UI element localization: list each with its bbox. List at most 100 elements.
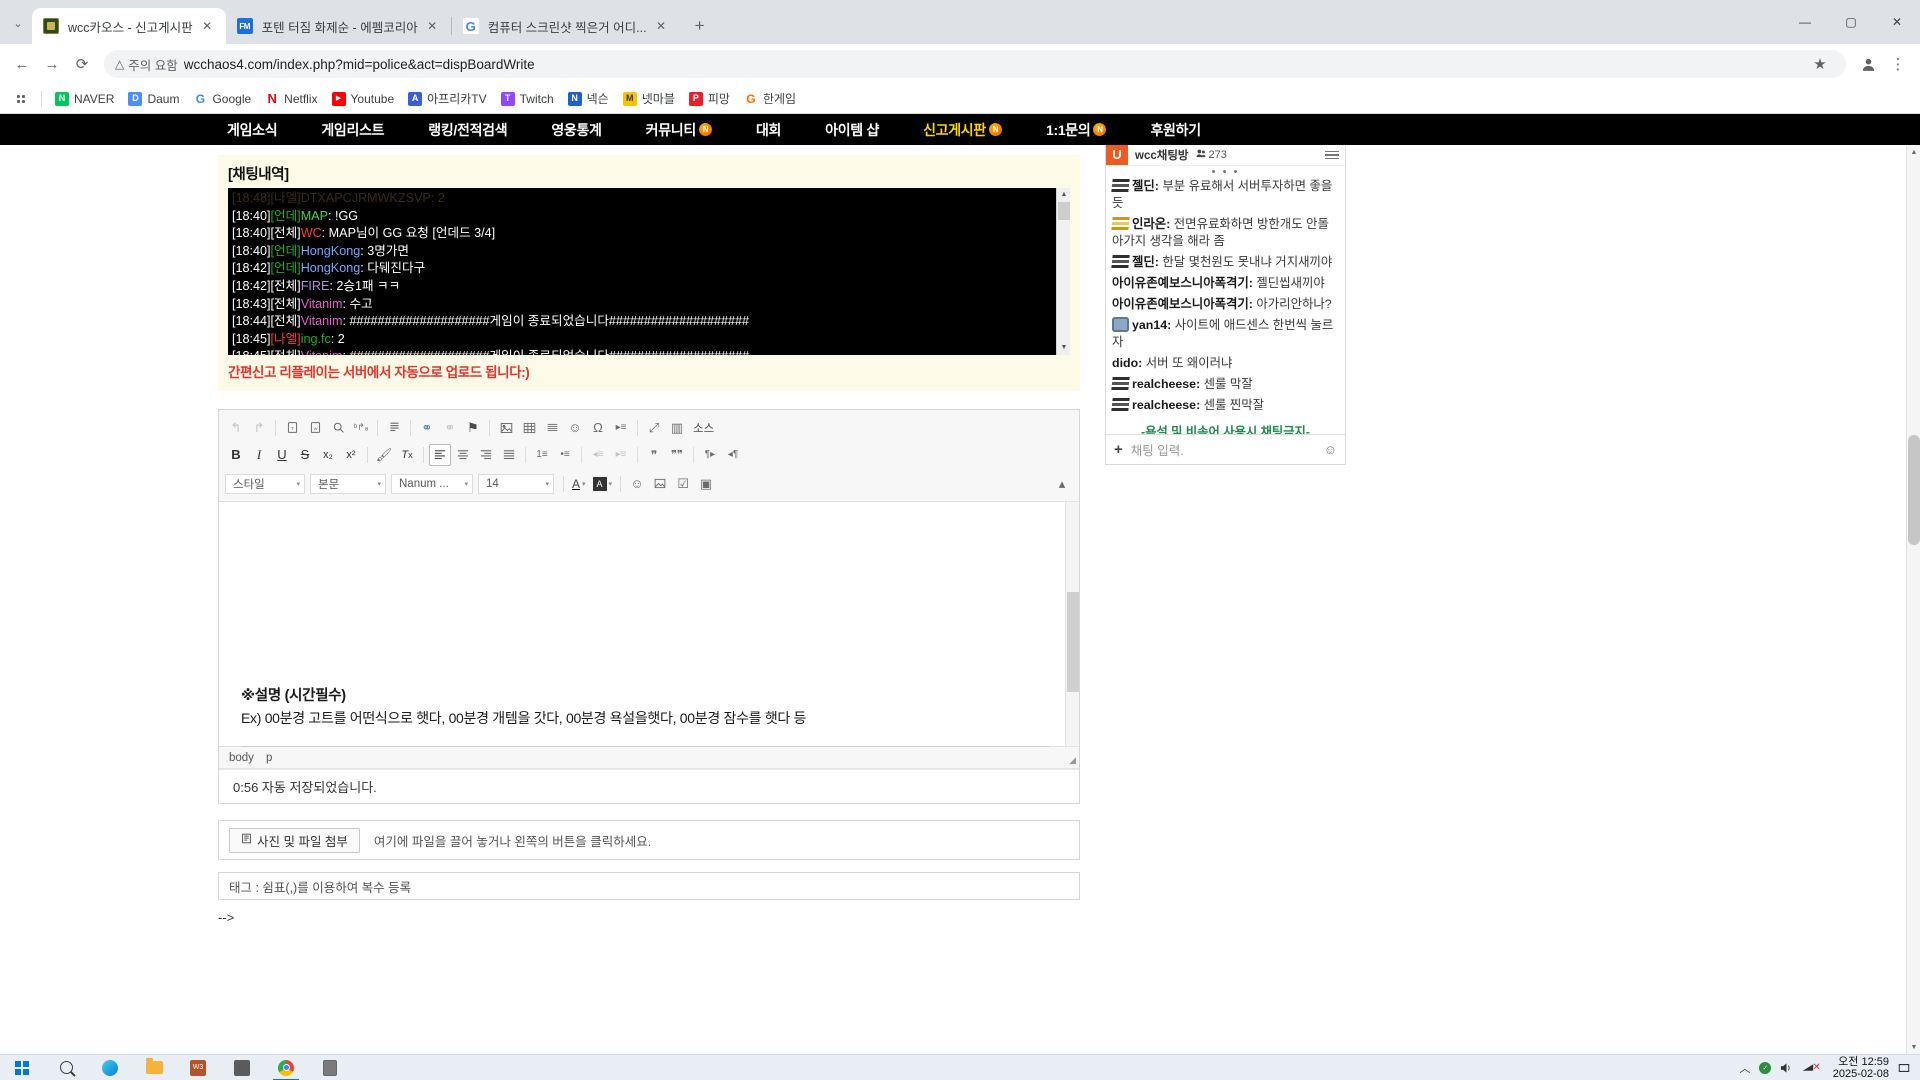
remove-format-icon[interactable]: Tx <box>396 444 418 466</box>
outdent-icon[interactable]: ◂≡ <box>587 444 609 466</box>
page-break-icon[interactable]: ▸≡ <box>610 417 632 439</box>
taskbar-app-gray[interactable] <box>220 1055 264 1080</box>
taskbar-search[interactable] <box>44 1055 88 1080</box>
unlink-icon[interactable]: ⚭ <box>439 417 461 439</box>
page-scrollbar[interactable]: ▲ ▼ <box>1906 145 1920 1054</box>
indent-icon[interactable]: ▸≡ <box>610 444 632 466</box>
forward-icon[interactable]: → <box>38 50 66 78</box>
tray-expand-chevron-icon[interactable]: ︿ <box>1739 1060 1750 1076</box>
link-icon[interactable]: ⚭ <box>416 417 438 439</box>
underline-icon[interactable]: U <box>271 444 293 466</box>
tab-search-chevron-icon[interactable]: ⌄ <box>4 9 32 37</box>
chat-input-bar[interactable]: + 채팅 입력. ☺ <box>1106 433 1345 464</box>
editor-scrollbar[interactable] <box>1065 502 1079 746</box>
profile-avatar-icon[interactable] <box>1854 50 1882 78</box>
select-all-icon[interactable] <box>383 417 405 439</box>
bookmark-google[interactable]: G Google <box>187 89 257 109</box>
special-character-icon[interactable]: Ω <box>587 417 609 439</box>
copy-formatting-icon[interactable]: 🖌 <box>373 444 395 466</box>
show-blocks-icon[interactable]: ▥ <box>666 417 688 439</box>
emoji-icon[interactable]: ☺ <box>1324 442 1337 457</box>
bold-icon[interactable]: B <box>225 444 247 466</box>
div-container-icon[interactable]: ❞❞ <box>666 444 688 466</box>
address-bar[interactable]: △ 주의 요함 wcchaos4.com/index.php?mid=polic… <box>104 50 1846 78</box>
nav-item-donate[interactable]: 후원하기 <box>1128 120 1222 140</box>
undo-icon[interactable]: ↰ <box>225 417 247 439</box>
find-icon[interactable] <box>327 417 349 439</box>
bookmark-netflix[interactable]: N Netflix <box>259 89 323 109</box>
new-tab-button[interactable]: + <box>686 12 714 40</box>
nav-item-game-list[interactable]: 게임리스트 <box>299 120 406 140</box>
close-icon[interactable]: ✕ <box>653 18 670 35</box>
path-item-body[interactable]: body <box>229 752 254 764</box>
italic-icon[interactable]: I <box>248 444 270 466</box>
nav-item-game-news[interactable]: 게임소식 <box>205 120 299 140</box>
scrollbar-thumb[interactable] <box>1058 202 1070 220</box>
align-left-icon[interactable] <box>429 443 451 466</box>
taskbar-clock[interactable]: 오전 12:59 2025-02-08 <box>1833 1056 1889 1080</box>
close-icon[interactable]: ✕ <box>424 18 441 35</box>
format-dropdown[interactable]: 본문 ▾ <box>310 473 386 494</box>
maximize-button[interactable]: ▢ <box>1828 0 1874 44</box>
page-scroll-up-icon[interactable]: ▲ <box>1907 145 1920 159</box>
back-icon[interactable]: ← <box>8 50 36 78</box>
bookmark-naver[interactable]: N NAVER <box>49 89 120 109</box>
bookmark-afreecatv[interactable]: A 아프리카TV <box>402 87 493 110</box>
table-icon[interactable] <box>518 417 540 439</box>
bulleted-list-icon[interactable]: •≡ <box>554 444 576 466</box>
path-item-p[interactable]: p <box>266 752 272 764</box>
font-size-dropdown[interactable]: 14 ▾ <box>478 473 554 494</box>
numbered-list-icon[interactable]: 1≡ <box>531 444 553 466</box>
text-direction-ltr-icon[interactable]: ¶▸ <box>699 444 721 466</box>
bookmark-pmang[interactable]: P 피망 <box>683 87 736 110</box>
close-icon[interactable]: ✕ <box>199 18 216 35</box>
subscript-icon[interactable]: x₂ <box>317 444 339 466</box>
minimize-button[interactable]: — <box>1782 0 1828 44</box>
checkbox-icon[interactable]: ☑ <box>672 473 694 495</box>
taskbar-app-orange[interactable]: W3 <box>176 1055 220 1080</box>
horizontal-rule-icon[interactable] <box>541 417 563 439</box>
nav-item-inquiry[interactable]: 1:1문의 N <box>1024 120 1129 140</box>
browser-tab-2[interactable]: FM 포텐 터짐 화제순 - 에펨코리아 ✕ <box>226 8 451 44</box>
hamburger-icon[interactable] <box>1325 150 1339 160</box>
nav-item-item-shop[interactable]: 아이템 샵 <box>803 120 901 140</box>
nav-item-tournament[interactable]: 대회 <box>734 120 803 140</box>
chatlog-box[interactable]: [18:48][나엘]DTXAPCJRMWKZSVP: 2 [18:40][언데… <box>228 188 1070 355</box>
site-warning-chip[interactable]: △ 주의 요함 <box>115 55 178 74</box>
shield-icon[interactable]: ✓ <box>1759 1061 1772 1074</box>
volume-icon[interactable] <box>1780 1062 1793 1074</box>
page-scroll-down-icon[interactable]: ▼ <box>1907 1040 1920 1054</box>
blockquote-icon[interactable]: ❞ <box>643 444 665 466</box>
page-scrollbar-thumb[interactable] <box>1908 435 1920 545</box>
browser-tab-1[interactable]: wcc카오스 - 신고게시판 ✕ <box>32 8 226 44</box>
superscript-icon[interactable]: x² <box>340 444 362 466</box>
bookmark-star-icon[interactable]: ★ <box>1806 50 1834 78</box>
bookmark-netmarble[interactable]: M 넷마블 <box>617 87 681 110</box>
redo-icon[interactable]: ↱ <box>248 417 270 439</box>
media-embed-icon[interactable]: ▣ <box>695 473 717 495</box>
taskbar-calculator[interactable] <box>308 1055 352 1080</box>
scrollbar-thumb[interactable] <box>1067 592 1079 692</box>
scroll-up-icon[interactable]: ▲ <box>1057 188 1070 202</box>
bookmark-hangame[interactable]: G 한게임 <box>738 87 802 110</box>
align-justify-icon[interactable] <box>498 444 520 466</box>
tags-input[interactable]: 태그 : 쉼표(,)를 이용하여 복수 등록 <box>218 872 1080 900</box>
add-attachment-icon[interactable]: + <box>1114 441 1123 458</box>
align-center-icon[interactable] <box>452 444 474 466</box>
style-dropdown[interactable]: 스타일 ▾ <box>225 473 305 494</box>
editor-content-area[interactable]: ※설명 (시간필수) Ex) 00분경 고트를 어떤식으로 햇다, 00분경 개… <box>219 502 1079 747</box>
browser-tab-3[interactable]: G 컴퓨터 스크린샷 찍은거 어디... ✕ <box>452 8 680 44</box>
nav-item-report-board[interactable]: 신고게시판 N <box>901 120 1024 140</box>
paste-as-text-icon[interactable]: T <box>281 417 303 439</box>
attach-file-button[interactable]: 사진 및 파일 첨부 <box>229 827 360 853</box>
apps-grid-icon[interactable] <box>8 87 34 111</box>
nav-item-ranking[interactable]: 랭킹/전적검색 <box>406 120 529 140</box>
resize-handle-icon[interactable]: ◢ <box>1069 755 1076 766</box>
taskbar-explorer[interactable] <box>132 1055 176 1080</box>
browser-menu-icon[interactable]: ⋮ <box>1884 50 1912 78</box>
text-direction-rtl-icon[interactable]: ◂¶ <box>722 444 744 466</box>
image-icon[interactable] <box>495 417 517 439</box>
source-button[interactable]: 소스 <box>689 420 718 436</box>
paste-from-word-icon[interactable]: W <box>304 417 326 439</box>
taskbar-chrome[interactable] <box>264 1055 308 1080</box>
